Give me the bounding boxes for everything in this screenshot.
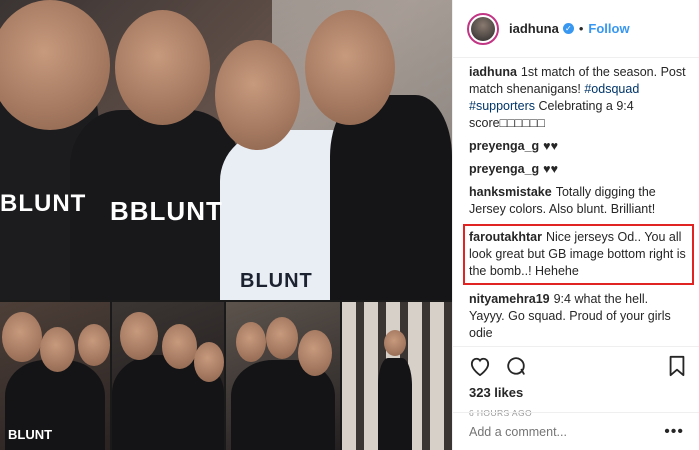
thumbnail-2: [112, 302, 224, 450]
comment-username[interactable]: preyenga_g: [469, 162, 539, 176]
collage-thumbnails: BLUNT: [0, 302, 452, 450]
thumb-face: [40, 327, 75, 372]
comment-username[interactable]: preyenga_g: [469, 139, 539, 153]
post-sidebar: iadhuna ✓ • Follow iadhuna 1st match of t…: [452, 0, 699, 450]
comments-list: iadhuna 1st match of the season. Post mat…: [453, 64, 699, 346]
bookmark-icon[interactable]: [668, 355, 686, 377]
comment-input[interactable]: [469, 424, 649, 439]
person-4: [330, 95, 452, 300]
jersey-text-3: BLUNT: [240, 270, 313, 292]
comment-username[interactable]: hanksmistake: [469, 185, 552, 199]
thumbnail-3: [226, 302, 340, 450]
comment-tag-link[interactable]: #odsquad: [584, 82, 639, 96]
face-2: [115, 10, 210, 125]
comment: hanksmistake Totally digging the Jersey c…: [469, 184, 686, 218]
comment-text: ♥♥: [543, 139, 559, 153]
thumb-face: [236, 322, 266, 362]
thumb-face: [298, 330, 332, 376]
avatar[interactable]: [467, 12, 499, 45]
jersey-text-2: BBLUNT: [110, 196, 223, 226]
thumb-figure: [378, 358, 412, 450]
follow-button[interactable]: Follow: [588, 21, 629, 36]
avatar-image: [471, 16, 495, 41]
jersey-text-1: BLUNT: [0, 190, 87, 217]
thumb-face: [78, 324, 110, 366]
thumbnail-4: [342, 302, 452, 450]
comment: preyenga_g ♥♥: [469, 138, 686, 155]
separator-dot: •: [578, 21, 584, 36]
thumb-face: [120, 312, 158, 360]
thumb-face: [194, 342, 224, 382]
face-3: [215, 40, 300, 150]
comment-text: ♥♥: [543, 162, 559, 176]
comment: iadhuna 1st match of the season. Post mat…: [469, 64, 686, 132]
add-comment-bar: •••: [453, 412, 699, 450]
main-photo: BLUNT BBLUNT BLUNT: [0, 0, 452, 300]
username-link[interactable]: iadhuna: [509, 21, 559, 36]
post-actions: 323 likes 6 HOURS AGO: [453, 346, 699, 418]
post-header: iadhuna ✓ • Follow: [453, 0, 699, 58]
post-photo[interactable]: BLUNT BBLUNT BLUNT BLUNT: [0, 0, 452, 450]
comment-tag-link[interactable]: #supporters: [469, 99, 535, 113]
comment: nityamehra19 9:4 what the hell. Yayyy. Go…: [469, 291, 686, 342]
comment-username[interactable]: nityamehra19: [469, 292, 550, 306]
thumb-face: [162, 324, 197, 369]
comment-icon[interactable]: [505, 355, 527, 377]
comment-username[interactable]: faroutakhtar: [469, 230, 542, 244]
heart-icon[interactable]: [469, 356, 491, 376]
comment-highlighted: faroutakhtar Nice jerseys Od.. You all lo…: [463, 224, 694, 285]
thumb-face: [2, 312, 42, 362]
thumbnail-1: BLUNT: [0, 302, 110, 450]
thumb-jersey-text: BLUNT: [8, 427, 53, 442]
face-4: [305, 10, 395, 125]
likes-count[interactable]: 323 likes: [469, 385, 686, 400]
thumb-face: [266, 317, 298, 359]
action-icons: [469, 355, 686, 377]
verified-badge-icon: ✓: [562, 23, 574, 34]
comment-username[interactable]: iadhuna: [469, 65, 517, 79]
comment: preyenga_g ♥♥: [469, 161, 686, 178]
more-options-icon[interactable]: •••: [664, 423, 684, 441]
thumb-face: [384, 330, 406, 356]
